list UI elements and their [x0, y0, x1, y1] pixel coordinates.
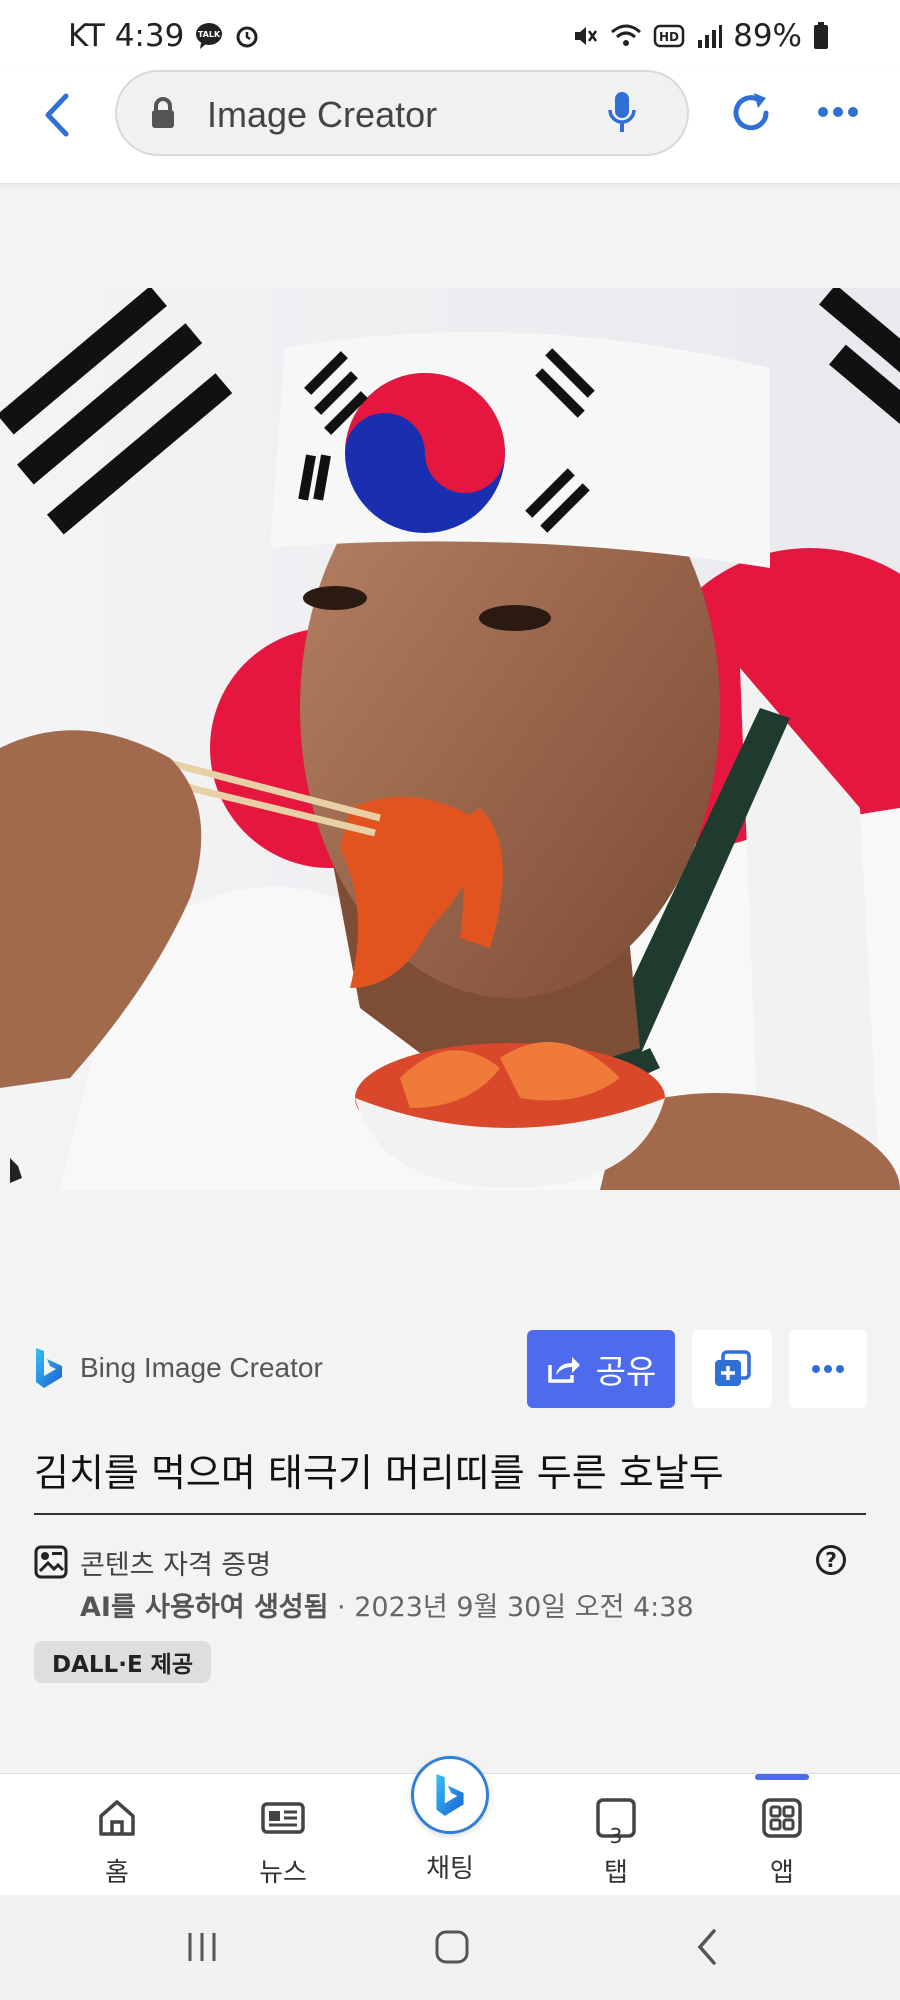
content-credentials-icon [34, 1545, 68, 1579]
nav-tabs[interactable]: 3 탭 [566, 1796, 666, 1889]
nav-news[interactable]: 뉴스 [233, 1796, 333, 1889]
nav-chat[interactable]: 채팅 [400, 1756, 500, 1885]
more-icon [812, 1365, 844, 1373]
recent-apps-icon[interactable] [182, 1927, 222, 1967]
divider [34, 1513, 866, 1515]
url-text[interactable]: Image Creator [207, 94, 437, 136]
battery-percent: 89% [733, 18, 802, 54]
nav-tabs-label: 탭 [604, 1858, 628, 1888]
generated-image-art [0, 288, 900, 1190]
content-credentials-label: 콘텐츠 자격 증명 [80, 1550, 272, 1581]
bottom-navigation: 홈 뉴스 채팅 3 탭 앱 [0, 1756, 900, 1895]
active-tab-indicator [755, 1774, 809, 1780]
home-button-icon[interactable] [432, 1927, 472, 1967]
help-icon[interactable]: ? [816, 1545, 846, 1575]
carrier-time: KT 4:39 [68, 18, 185, 54]
bing-chat-icon [436, 1774, 464, 1816]
bing-logo-icon [36, 1348, 62, 1388]
dalle-badge: DALL·E 제공 [34, 1641, 211, 1683]
add-to-collection-button[interactable] [692, 1330, 772, 1408]
nav-chat-label: 채팅 [426, 1854, 474, 1884]
refresh-icon[interactable] [726, 88, 776, 138]
status-bar: KT 4:39 TALK HD 89% [0, 0, 900, 70]
bing-chat-button[interactable] [411, 1756, 489, 1834]
credentials-details: AI를 사용하여 생성됨 · 2023년 9월 30일 오전 4:38 [80, 1585, 694, 1624]
creator-row: Bing Image Creator 공유 [34, 1330, 867, 1410]
share-icon [547, 1357, 580, 1383]
home-icon [99, 1800, 135, 1836]
signal-icon [698, 25, 723, 48]
image-title: 김치를 먹으며 태극기 머리띠를 두른 호날두 [34, 1451, 724, 1495]
more-options-icon[interactable] [816, 102, 860, 122]
battery-icon [814, 22, 828, 49]
wifi-icon [611, 24, 642, 46]
microphone-icon[interactable] [605, 90, 639, 136]
nav-home[interactable]: 홈 [67, 1796, 167, 1889]
address-bar[interactable]: Image Creator [115, 70, 689, 156]
alarm-icon [236, 26, 258, 48]
share-label: 공유 [595, 1352, 657, 1391]
system-back-icon[interactable] [688, 1927, 728, 1967]
image-more-button[interactable] [789, 1330, 867, 1408]
ai-generated-label: AI를 사용하여 생성됨 [80, 1592, 329, 1623]
creator-name[interactable]: Bing Image Creator [80, 1352, 323, 1384]
browser-toolbar: Image Creator [0, 70, 900, 184]
nav-apps[interactable]: 앱 [732, 1796, 832, 1889]
svg-text:HD: HD [659, 30, 679, 44]
news-icon [261, 1802, 305, 1834]
apps-icon [762, 1798, 802, 1838]
mute-icon [575, 27, 598, 45]
hd-icon: HD [653, 24, 685, 48]
talk-icon: TALK [196, 23, 223, 49]
generated-image[interactable] [0, 288, 900, 1190]
add-collection-icon [715, 1350, 751, 1386]
lock-icon [152, 97, 174, 128]
share-button[interactable]: 공유 [527, 1330, 675, 1408]
nav-apps-label: 앱 [770, 1858, 794, 1888]
creation-timestamp: · 2023년 9월 30일 오전 4:38 [328, 1592, 694, 1623]
tab-count: 3 [609, 1824, 623, 1848]
system-navigation-bar [0, 1895, 900, 2000]
nav-news-label: 뉴스 [259, 1858, 307, 1888]
back-arrow-icon[interactable] [38, 90, 78, 140]
nav-home-label: 홈 [105, 1858, 129, 1888]
svg-text:TALK: TALK [198, 30, 221, 39]
